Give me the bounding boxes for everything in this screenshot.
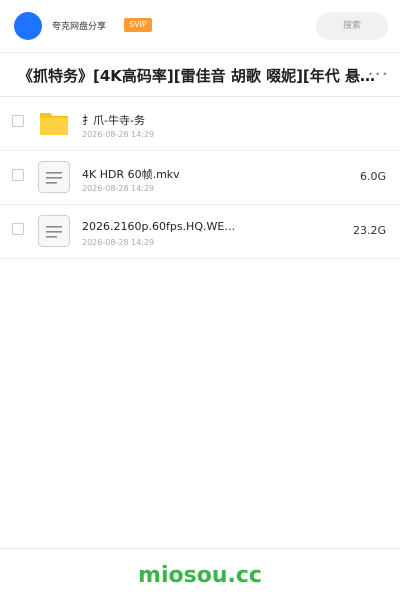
avatar[interactable] [14, 12, 42, 40]
user-name: 夸克网盘分享 [52, 22, 107, 32]
file-name: 2026.2160p.60fps.HQ.WEB-DL.H265.DDP5.1.m… [82, 220, 242, 233]
footer: miosou.cc [0, 548, 400, 601]
folder-icon [38, 107, 70, 139]
checkbox[interactable] [12, 115, 24, 127]
row-divider [0, 258, 400, 259]
share-header: 夸克网盘分享 SVIP 搜索 [0, 0, 400, 52]
search-label: 搜索 [342, 21, 361, 31]
file-size: 6.0G [359, 170, 386, 183]
file-icon [38, 161, 70, 193]
svip-badge: SVIP [124, 18, 152, 32]
file-icon [38, 215, 70, 247]
file-date: 2026-08-28 14:29 [82, 184, 155, 193]
file-size: 23.2G [352, 224, 386, 237]
checkbox[interactable] [12, 169, 24, 181]
file-date: 2026-08-28 14:29 [82, 238, 155, 247]
file-row[interactable]: 4K HDR 60帧.mkv 2026-08-28 14:29 6.0G [0, 150, 400, 204]
search-button[interactable]: 搜索 [316, 12, 388, 40]
share-title: 《抓特务》[4K高码率][雷佳音 胡歌 啜妮][年代 悬疑][全 [18, 67, 386, 85]
brand-watermark[interactable]: miosou.cc [0, 563, 400, 588]
file-row[interactable]: 2026.2160p.60fps.HQ.WEB-DL.H265.DDP5.1.m… [0, 204, 400, 258]
more-options-icon[interactable]: • • • [368, 70, 387, 79]
title-bar: 《抓特务》[4K高码率][雷佳音 胡歌 啜妮][年代 悬疑][全 • • • [0, 53, 400, 96]
checkbox[interactable] [12, 223, 24, 235]
file-name: 4K HDR 60帧.mkv [82, 168, 180, 181]
file-date: 2026-08-28 14:29 [82, 130, 155, 139]
file-row-folder[interactable]: 扌爪-牛寺-务 2026-08-28 14:29 [0, 96, 400, 150]
file-name: 扌爪-牛寺-务 [82, 114, 145, 127]
